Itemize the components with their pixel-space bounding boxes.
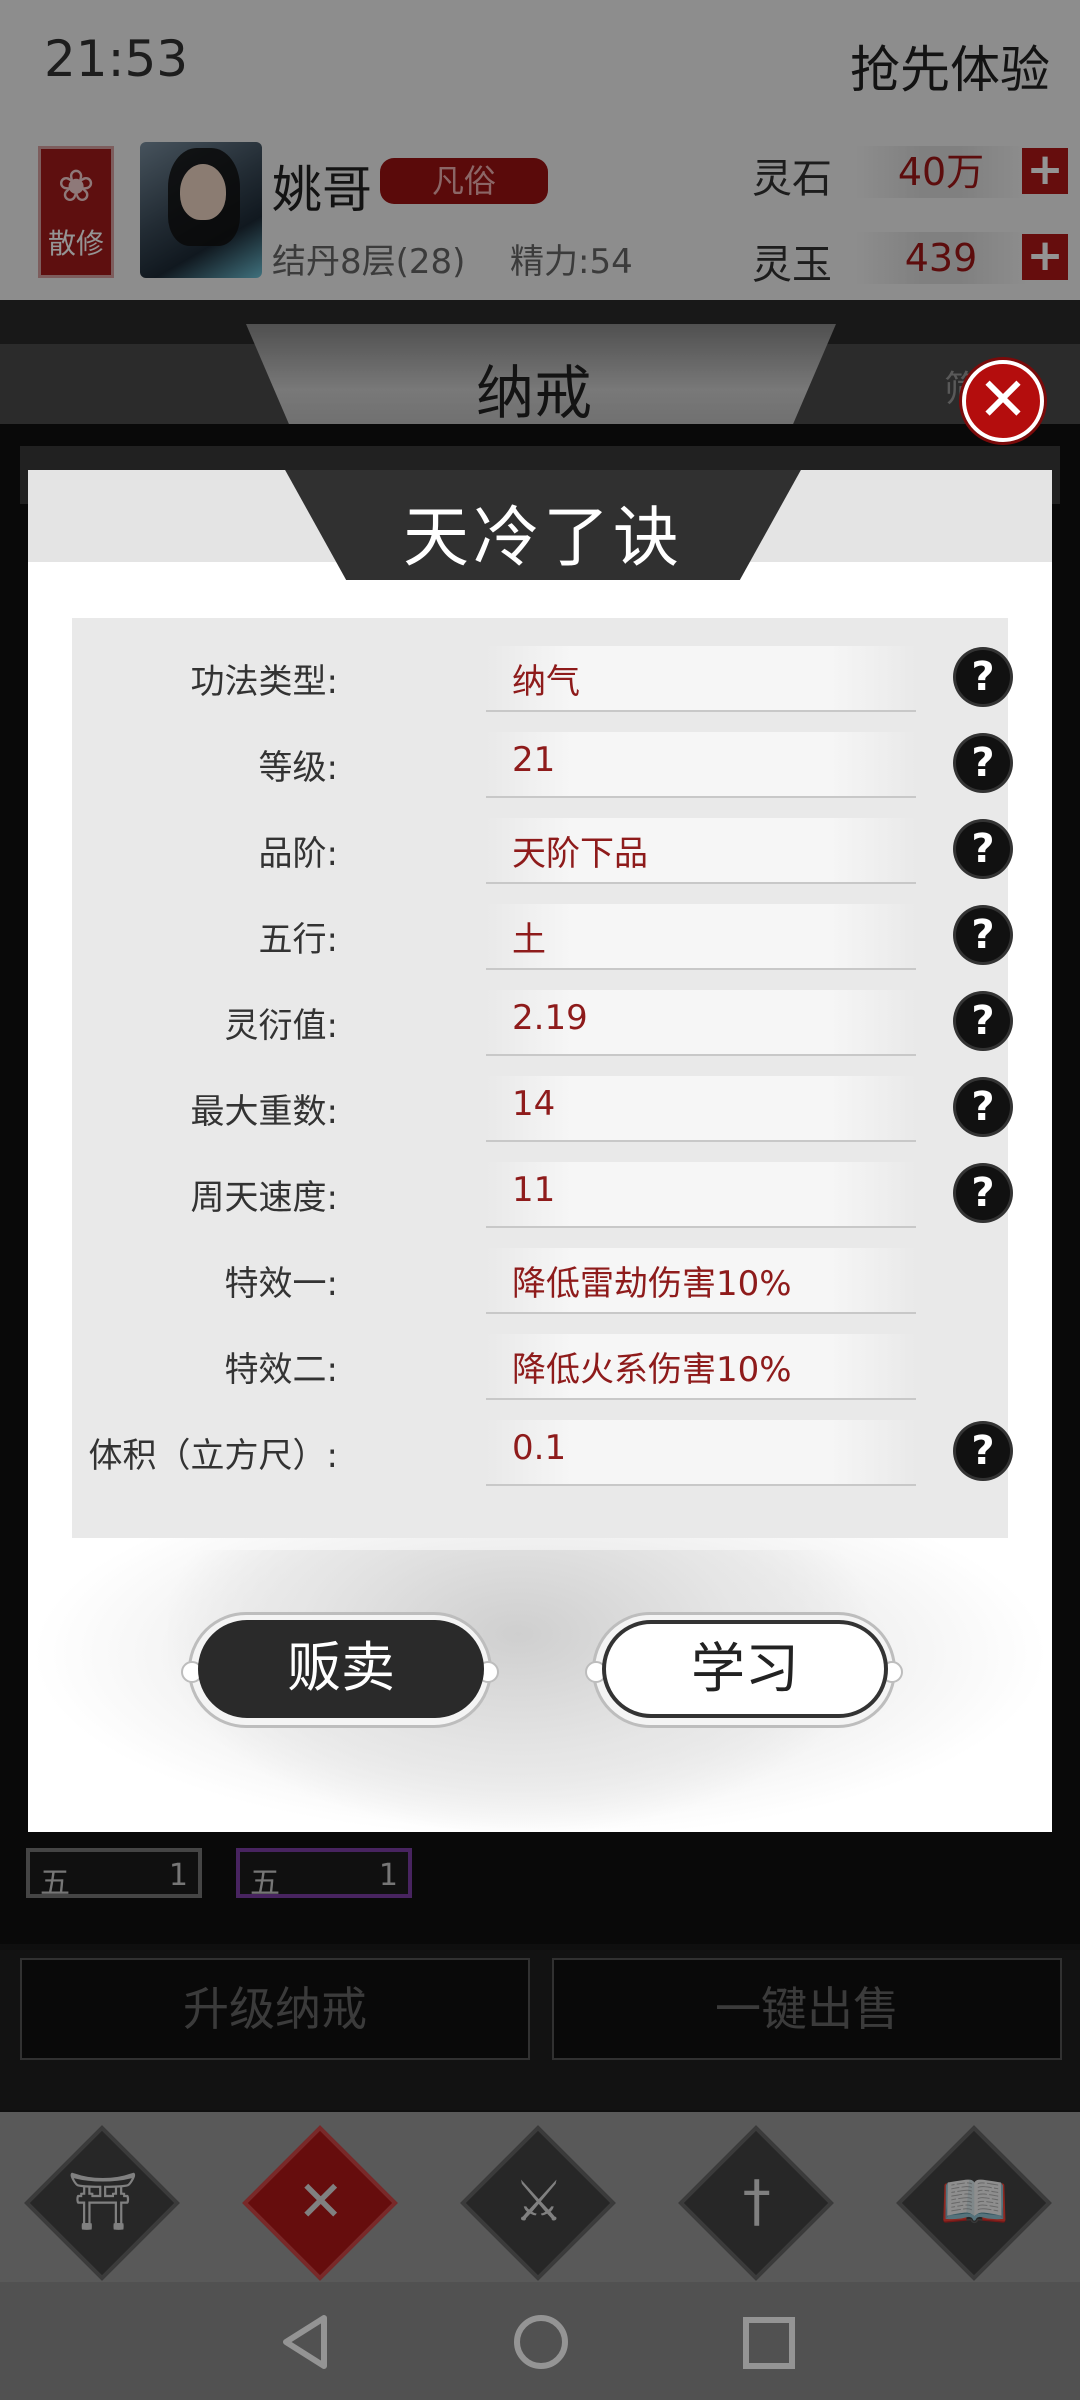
attr-label: 周天速度: xyxy=(190,1178,338,1218)
attr-value: 14 xyxy=(512,1084,556,1124)
attribute-panel: 功法类型: 纳气 ? 等级: 21 ? 品阶: 天阶下品 ? 五行: 土 ? 灵… xyxy=(72,618,1010,1538)
help-icon[interactable]: ? xyxy=(956,908,1010,962)
help-icon[interactable]: ? xyxy=(956,822,1010,876)
learn-button[interactable]: 学习 xyxy=(602,1620,888,1718)
attr-row-type: 功法类型: 纳气 ? xyxy=(72,638,1010,718)
attr-value: 土 xyxy=(512,920,546,960)
attr-value: 0.1 xyxy=(512,1428,567,1468)
attr-row-effect-1: 特效一: 降低雷劫伤害10% xyxy=(72,1240,1008,1320)
dialog-title: 天冷了诀 xyxy=(403,499,683,576)
attr-row-spirit-value: 灵衍值: 2.19 ? xyxy=(72,982,1010,1062)
attr-row-level: 等级: 21 ? xyxy=(72,724,1010,804)
sell-button[interactable]: 贩卖 xyxy=(198,1620,484,1718)
attr-row-cycle-speed: 周天速度: 11 ? xyxy=(72,1154,1010,1234)
attr-row-volume: 体积（立方尺）: 0.1 ? xyxy=(72,1412,1010,1492)
help-icon[interactable]: ? xyxy=(956,1080,1010,1134)
help-icon[interactable]: ? xyxy=(956,1166,1010,1220)
attr-value: 降低雷劫伤害10% xyxy=(512,1264,792,1304)
attr-label: 等级: xyxy=(258,748,338,788)
attr-label: 特效一: xyxy=(224,1264,338,1304)
attr-label: 功法类型: xyxy=(190,662,338,702)
attr-value: 纳气 xyxy=(512,662,580,702)
attr-label: 五行: xyxy=(258,920,338,960)
help-icon[interactable]: ? xyxy=(956,994,1010,1048)
attr-value: 21 xyxy=(512,740,556,780)
attr-row-effect-2: 特效二: 降低火系伤害10% xyxy=(72,1326,1008,1406)
attr-row-element: 五行: 土 ? xyxy=(72,896,1010,976)
attr-label: 最大重数: xyxy=(190,1092,338,1132)
attr-row-max-layers: 最大重数: 14 ? xyxy=(72,1068,1010,1148)
attr-value: 天阶下品 xyxy=(512,834,648,874)
help-icon[interactable]: ? xyxy=(956,650,1010,704)
attr-value: 11 xyxy=(512,1170,556,1210)
help-icon[interactable]: ? xyxy=(956,1424,1010,1478)
attr-value: 2.19 xyxy=(512,998,588,1038)
help-icon[interactable]: ? xyxy=(956,736,1010,790)
close-icon[interactable]: ✕ xyxy=(962,360,1044,442)
attr-label: 特效二: xyxy=(224,1350,338,1390)
attr-label: 灵衍值: xyxy=(224,1006,338,1046)
attr-label: 品阶: xyxy=(258,834,338,874)
attr-row-grade: 品阶: 天阶下品 ? xyxy=(72,810,1010,890)
technique-detail-dialog: 天冷了诀 功法类型: 纳气 ? 等级: 21 ? 品阶: 天阶下品 ? 五行: … xyxy=(28,470,1052,1832)
attr-value: 降低火系伤害10% xyxy=(512,1350,792,1390)
attr-label: 体积（立方尺）: xyxy=(88,1436,338,1476)
